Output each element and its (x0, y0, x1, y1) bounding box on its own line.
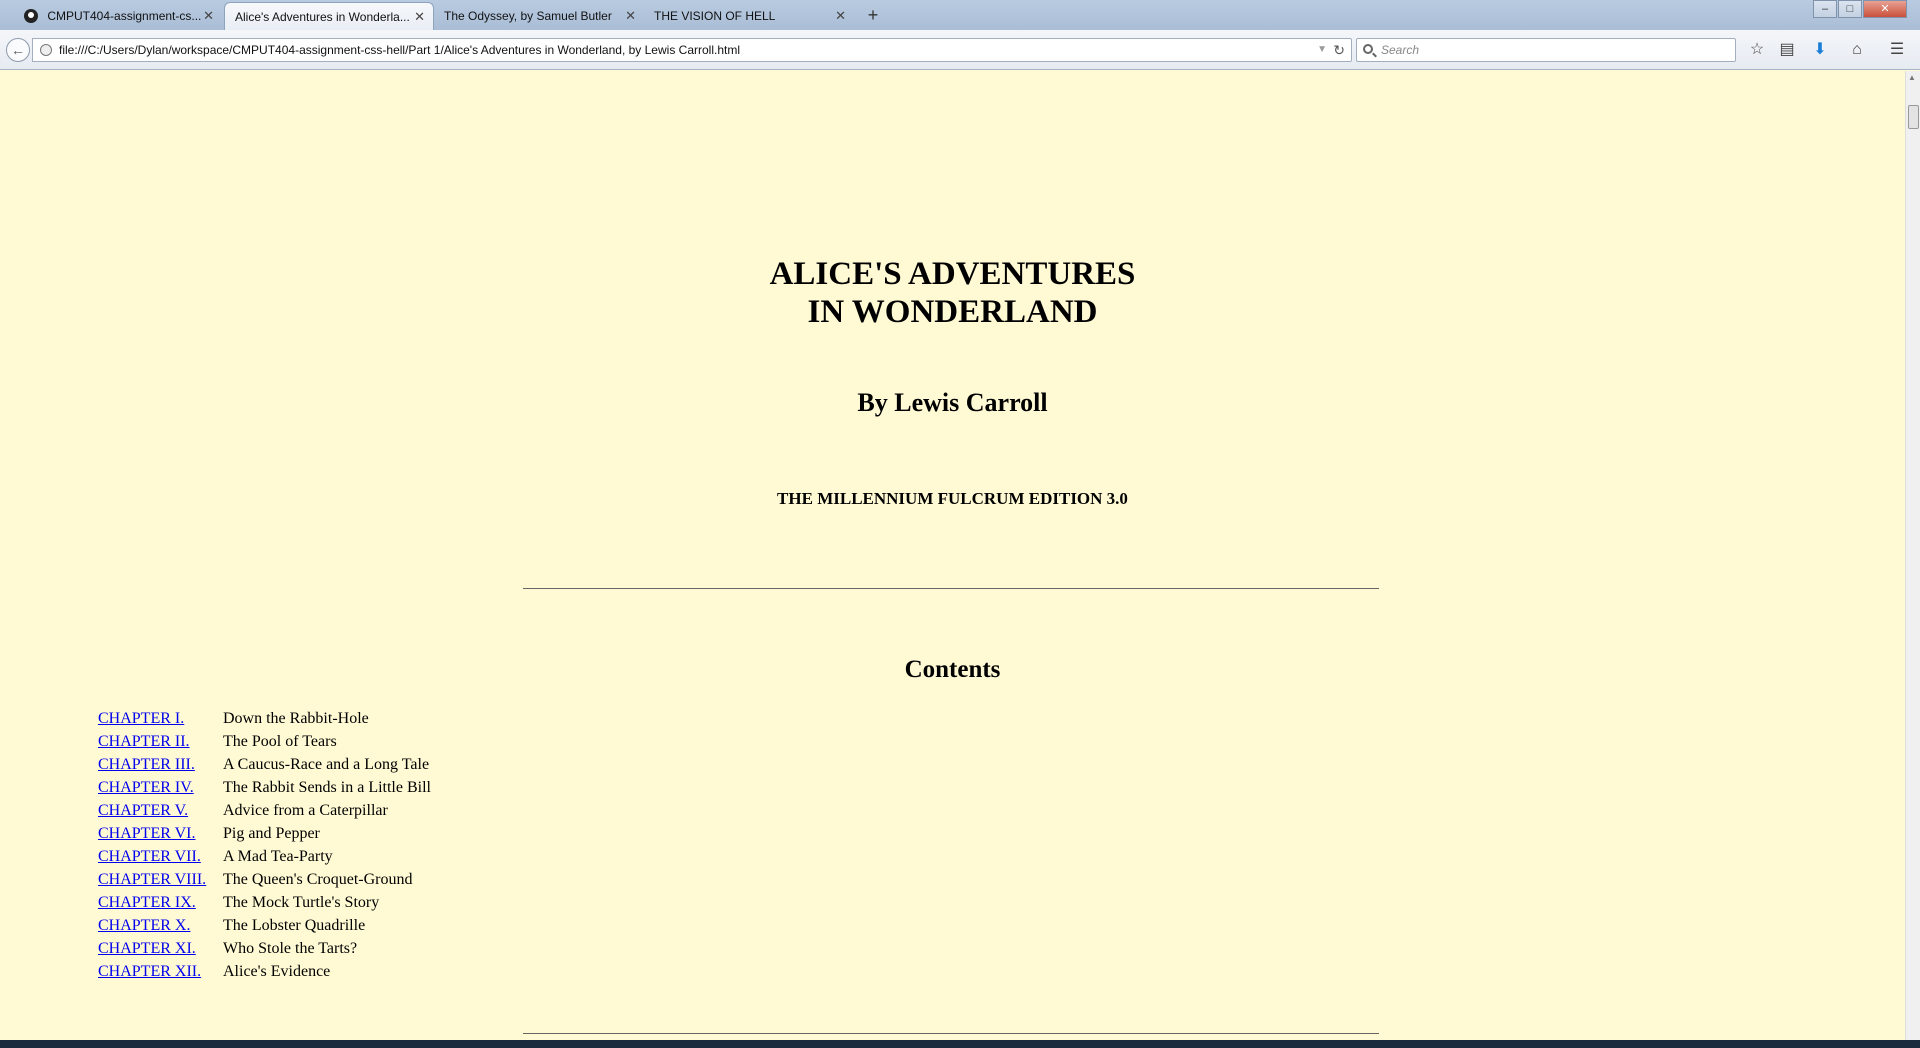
star-icon[interactable]: ☆ (1745, 39, 1769, 61)
tab-alice[interactable]: Alice's Adventures in Wonderla... ✕ (224, 2, 434, 30)
chapter-title: Down the Rabbit-Hole (223, 710, 369, 727)
toc-row: CHAPTER X. The Lobster Quadrille (98, 914, 431, 937)
tab-odyssey[interactable]: The Odyssey, by Samuel Butler ✕ (434, 2, 644, 30)
contents-heading: Contents (904, 656, 1001, 683)
horizontal-rule (523, 588, 1379, 589)
chapter-link[interactable]: CHAPTER VII. (98, 845, 223, 868)
close-icon[interactable]: ✕ (203, 2, 214, 30)
title-line-1: ALICE'S ADVENTURES (769, 256, 1136, 292)
tab-strip: CMPUT404-assignment-cs... ✕ Alice's Adve… (0, 0, 1920, 30)
edition-heading: THE MILLENNIUM FULCRUM EDITION 3.0 (777, 489, 1128, 508)
table-of-contents: CHAPTER I. Down the Rabbit-Hole CHAPTER I… (98, 707, 431, 983)
book-title: ALICE'S ADVENTURES IN WONDERLAND (0, 255, 1905, 331)
clipboard-icon[interactable]: ▤ (1775, 39, 1799, 61)
chapter-title: Advice from a Caterpillar (223, 802, 388, 819)
chapter-title: Who Stole the Tarts? (223, 940, 358, 957)
toc-row: CHAPTER II. The Pool of Tears (98, 730, 431, 753)
chapter-title: The Lobster Quadrille (223, 917, 366, 934)
close-icon[interactable]: ✕ (414, 3, 425, 30)
tab-label: THE VISION OF HELL (654, 9, 776, 23)
close-icon[interactable]: ✕ (625, 2, 636, 30)
home-icon[interactable]: ⌂ (1845, 39, 1869, 61)
url-text: file:///C:/Users/Dylan/workspace/CMPUT40… (59, 43, 740, 57)
chapter-link[interactable]: CHAPTER III. (98, 753, 223, 776)
toc-row: CHAPTER V. Advice from a Caterpillar (98, 799, 431, 822)
search-input[interactable]: Search (1356, 38, 1736, 62)
chapter-link[interactable]: CHAPTER V. (98, 799, 223, 822)
scrollbar-thumb[interactable] (1908, 105, 1919, 129)
chapter-title: The Mock Turtle's Story (223, 894, 380, 911)
tab-github-repo[interactable]: CMPUT404-assignment-cs... ✕ (14, 2, 222, 30)
chapter-link[interactable]: CHAPTER X. (98, 914, 223, 937)
search-placeholder: Search (1381, 43, 1420, 57)
maximize-button[interactable]: □ (1838, 0, 1862, 18)
history-dropdown-icon[interactable]: ▼ (1317, 39, 1327, 61)
toc-row: CHAPTER I. Down the Rabbit-Hole (98, 707, 431, 730)
reload-icon[interactable]: ↻ (1333, 39, 1345, 61)
toc-row: CHAPTER IX. The Mock Turtle's Story (98, 891, 431, 914)
navigation-bar: ← file:///C:/Users/Dylan/workspace/CMPUT… (0, 30, 1920, 70)
globe-icon (40, 44, 52, 56)
chapter-title: The Pool of Tears (223, 733, 337, 750)
chapter-link[interactable]: CHAPTER XII. (98, 960, 223, 983)
back-button[interactable]: ← (6, 38, 30, 62)
back-arrow-icon: ← (11, 42, 25, 58)
toc-row: CHAPTER XII. Alice's Evidence (98, 960, 431, 983)
github-icon (24, 9, 38, 23)
toc-row: CHAPTER XI. Who Stole the Tarts? (98, 937, 431, 960)
chapter-link[interactable]: CHAPTER VIII. (98, 868, 223, 891)
download-arrow-icon[interactable]: ⬇ (1808, 39, 1832, 61)
vertical-scrollbar[interactable]: ▲ (1905, 71, 1920, 1040)
tab-label: CMPUT404-assignment-cs... (47, 9, 202, 23)
minimize-button[interactable]: – (1813, 0, 1837, 18)
new-tab-button[interactable]: + (862, 4, 884, 26)
tab-label: The Odyssey, by Samuel Butler (444, 9, 612, 23)
tab-vision-of-hell[interactable]: THE VISION OF HELL ✕ (644, 2, 854, 30)
url-bar[interactable]: file:///C:/Users/Dylan/workspace/CMPUT40… (32, 38, 1352, 62)
author-heading: By Lewis Carroll (857, 388, 1048, 417)
toc-row: CHAPTER VII. A Mad Tea-Party (98, 845, 431, 868)
chapter-title: A Mad Tea-Party (223, 848, 333, 865)
title-line-2: IN WONDERLAND (807, 294, 1098, 330)
toc-row: CHAPTER IV. The Rabbit Sends in a Little … (98, 776, 431, 799)
horizontal-rule (523, 1033, 1379, 1034)
tab-label: Alice's Adventures in Wonderla... (235, 10, 410, 24)
chapter-title: The Rabbit Sends in a Little Bill (223, 779, 431, 796)
chapter-link[interactable]: CHAPTER IV. (98, 776, 223, 799)
hamburger-menu-icon[interactable]: ☰ (1885, 39, 1909, 61)
close-window-button[interactable]: ✕ (1863, 0, 1907, 18)
chapter-title: The Queen's Croquet-Ground (223, 871, 413, 888)
os-taskbar (0, 1040, 1920, 1048)
toc-row: CHAPTER III. A Caucus-Race and a Long Tal… (98, 753, 431, 776)
chapter-title: A Caucus-Race and a Long Tale (223, 756, 430, 773)
chapter-link[interactable]: CHAPTER IX. (98, 891, 223, 914)
chapter-title: Alice's Evidence (223, 963, 331, 980)
toc-row: CHAPTER VI. Pig and Pepper (98, 822, 431, 845)
chapter-link[interactable]: CHAPTER XI. (98, 937, 223, 960)
page-content: ALICE'S ADVENTURES IN WONDERLAND By Lewi… (0, 71, 1905, 1040)
close-icon[interactable]: ✕ (835, 2, 846, 30)
search-icon (1363, 44, 1373, 54)
chapter-link[interactable]: CHAPTER II. (98, 730, 223, 753)
chapter-link[interactable]: CHAPTER VI. (98, 822, 223, 845)
chapter-link[interactable]: CHAPTER I. (98, 707, 223, 730)
scroll-up-icon[interactable]: ▲ (1908, 73, 1916, 82)
chapter-title: Pig and Pepper (223, 825, 320, 842)
toc-row: CHAPTER VIII. The Queen's Croquet-Ground (98, 868, 431, 891)
